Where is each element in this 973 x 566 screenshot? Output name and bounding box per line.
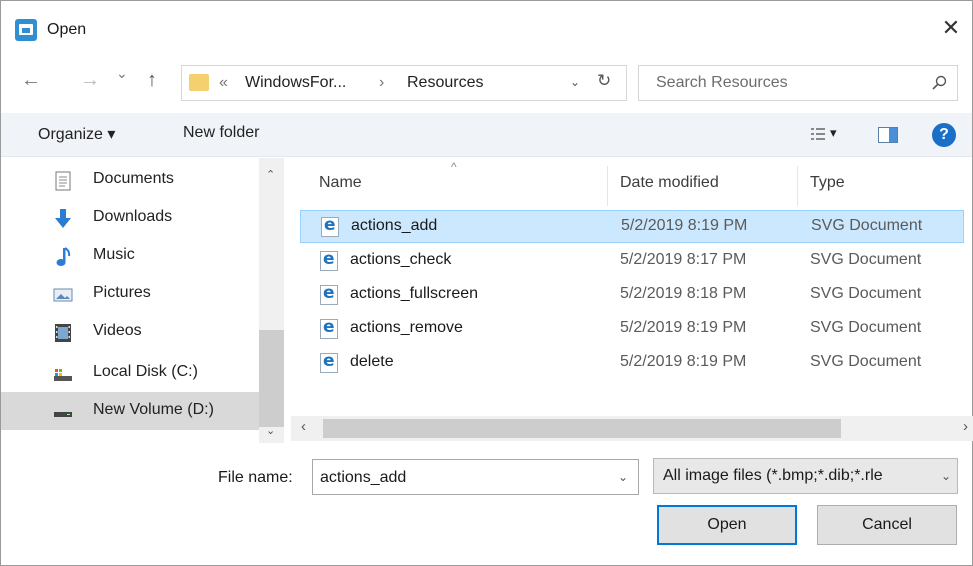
app-icon: [15, 19, 37, 41]
svg-file-icon: [320, 317, 338, 339]
file-name-dropdown-icon[interactable]: ⌄: [618, 470, 628, 484]
breadcrumb-item[interactable]: Resources: [407, 74, 483, 92]
drive-icon: [54, 412, 72, 417]
search-placeholder: Search Resources: [656, 74, 788, 91]
svg-file-icon: [320, 351, 338, 373]
file-name-label: File name:: [218, 469, 293, 486]
videos-icon: [55, 324, 71, 342]
breadcrumb-item[interactable]: WindowsFor...: [245, 74, 346, 92]
sidebar-item-label: Pictures: [93, 284, 151, 301]
forward-arrow-icon[interactable]: →: [80, 69, 100, 92]
scroll-right-icon[interactable]: ›: [963, 418, 968, 435]
scroll-up-icon[interactable]: ⌃: [266, 168, 275, 181]
file-type: SVG Document: [810, 285, 922, 302]
preview-pane-icon[interactable]: [878, 127, 898, 143]
sidebar-item-new-volume[interactable]: New Volume (D:): [1, 392, 259, 430]
recent-locations-icon[interactable]: ⌄: [116, 65, 128, 82]
close-button[interactable]: ✕: [936, 13, 966, 43]
sidebar-item-videos[interactable]: Videos: [1, 313, 259, 351]
file-row[interactable]: delete 5/2/2019 8:19 PM SVG Document: [300, 347, 964, 380]
search-box[interactable]: Search Resources: [638, 65, 958, 101]
column-divider[interactable]: [797, 166, 798, 206]
file-row[interactable]: actions_check 5/2/2019 8:17 PM SVG Docum…: [300, 245, 964, 278]
dialog-title: Open: [47, 21, 87, 38]
sidebar-item-label: Music: [93, 246, 135, 263]
navigation-pane: Documents Downloads Music Pictures Video…: [1, 158, 284, 443]
documents-icon: [55, 171, 71, 191]
file-date: 5/2/2019 8:19 PM: [620, 319, 747, 336]
breadcrumb-overflow[interactable]: «: [219, 74, 228, 92]
sidebar-item-label: Documents: [93, 170, 174, 187]
sidebar-item-music[interactable]: Music: [1, 237, 259, 275]
scroll-down-icon[interactable]: ⌄: [266, 424, 275, 437]
filter-dropdown-icon[interactable]: ⌄: [935, 459, 957, 493]
cancel-button[interactable]: Cancel: [817, 505, 957, 545]
music-icon: [56, 247, 71, 266]
scrollbar-thumb[interactable]: [323, 419, 841, 438]
file-name: delete: [350, 353, 394, 370]
breadcrumb-separator[interactable]: ›: [379, 74, 384, 92]
sidebar-item-label: Local Disk (C:): [93, 363, 198, 380]
file-type: SVG Document: [811, 217, 923, 234]
new-folder-button[interactable]: New folder: [183, 124, 259, 142]
column-header-type[interactable]: Type: [810, 174, 845, 192]
file-date: 5/2/2019 8:19 PM: [620, 353, 747, 370]
address-dropdown-icon[interactable]: ⌄: [570, 75, 580, 89]
sidebar-item-local-disk[interactable]: Local Disk (C:): [1, 354, 259, 392]
organize-button[interactable]: Organize ▾: [38, 124, 115, 144]
open-button[interactable]: Open: [657, 505, 797, 545]
help-icon[interactable]: ?: [932, 123, 956, 147]
sidebar-item-documents[interactable]: Documents: [1, 161, 259, 199]
file-list-scrollbar[interactable]: ‹ ›: [291, 416, 973, 441]
pictures-icon: [53, 288, 73, 302]
sidebar-item-downloads[interactable]: Downloads: [1, 199, 259, 237]
svg-file-icon: [321, 215, 339, 237]
back-arrow-icon[interactable]: ←: [21, 69, 41, 92]
sort-indicator-icon: ^: [451, 160, 457, 174]
file-row[interactable]: actions_fullscreen 5/2/2019 8:18 PM SVG …: [300, 279, 964, 312]
file-type: SVG Document: [810, 319, 922, 336]
file-date: 5/2/2019 8:19 PM: [621, 217, 748, 234]
scroll-left-icon[interactable]: ‹: [301, 418, 306, 435]
file-type-filter-value: All image files (*.bmp;*.dib;*.rle: [663, 467, 883, 484]
file-row[interactable]: actions_add 5/2/2019 8:19 PM SVG Documen…: [300, 210, 964, 243]
file-name: actions_fullscreen: [350, 285, 479, 302]
svg-file-icon: [320, 283, 338, 305]
file-name: actions_check: [350, 251, 452, 268]
file-list: ^ Name Date modified Type actions_add 5/…: [291, 158, 973, 443]
file-row[interactable]: actions_remove 5/2/2019 8:19 PM SVG Docu…: [300, 313, 964, 346]
file-type-filter[interactable]: All image files (*.bmp;*.dib;*.rle ⌄: [653, 458, 958, 494]
column-header-date[interactable]: Date modified: [620, 174, 719, 192]
address-bar[interactable]: « WindowsFor... › Resources: [181, 65, 627, 101]
file-date: 5/2/2019 8:17 PM: [620, 251, 747, 268]
sidebar-item-label: Videos: [93, 322, 142, 339]
view-chevron-icon[interactable]: ▾: [830, 125, 837, 141]
column-header-name[interactable]: Name: [319, 174, 362, 192]
file-name: actions_add: [351, 217, 438, 234]
file-name-input[interactable]: actions_add ⌄: [312, 459, 639, 495]
column-divider[interactable]: [607, 166, 608, 206]
open-file-dialog: Open ✕ ← → ⌄ ↑ « WindowsFor... › Resourc…: [0, 0, 973, 566]
search-icon[interactable]: [931, 75, 947, 91]
file-name-value: actions_add: [320, 469, 407, 486]
sidebar-item-pictures[interactable]: Pictures: [1, 275, 259, 313]
downloads-icon: [55, 209, 71, 228]
view-options-icon[interactable]: [811, 127, 825, 141]
command-bar: Organize ▾ New folder ▾ ?: [1, 113, 972, 157]
title-bar: Open ✕: [1, 1, 972, 59]
file-type: SVG Document: [810, 251, 922, 268]
file-date: 5/2/2019 8:18 PM: [620, 285, 747, 302]
svg-file-icon: [320, 249, 338, 271]
sidebar-scrollbar[interactable]: ⌃ ⌄: [259, 158, 284, 443]
sidebar-item-label: Downloads: [93, 208, 173, 225]
local-disk-icon: [54, 369, 72, 381]
file-type: SVG Document: [810, 353, 922, 370]
file-name: actions_remove: [350, 319, 463, 336]
scrollbar-thumb[interactable]: [259, 330, 284, 427]
up-arrow-icon[interactable]: ↑: [147, 69, 157, 92]
sidebar-item-label: New Volume (D:): [93, 401, 214, 418]
refresh-icon[interactable]: ↻: [597, 71, 611, 91]
folder-icon: [189, 74, 209, 91]
